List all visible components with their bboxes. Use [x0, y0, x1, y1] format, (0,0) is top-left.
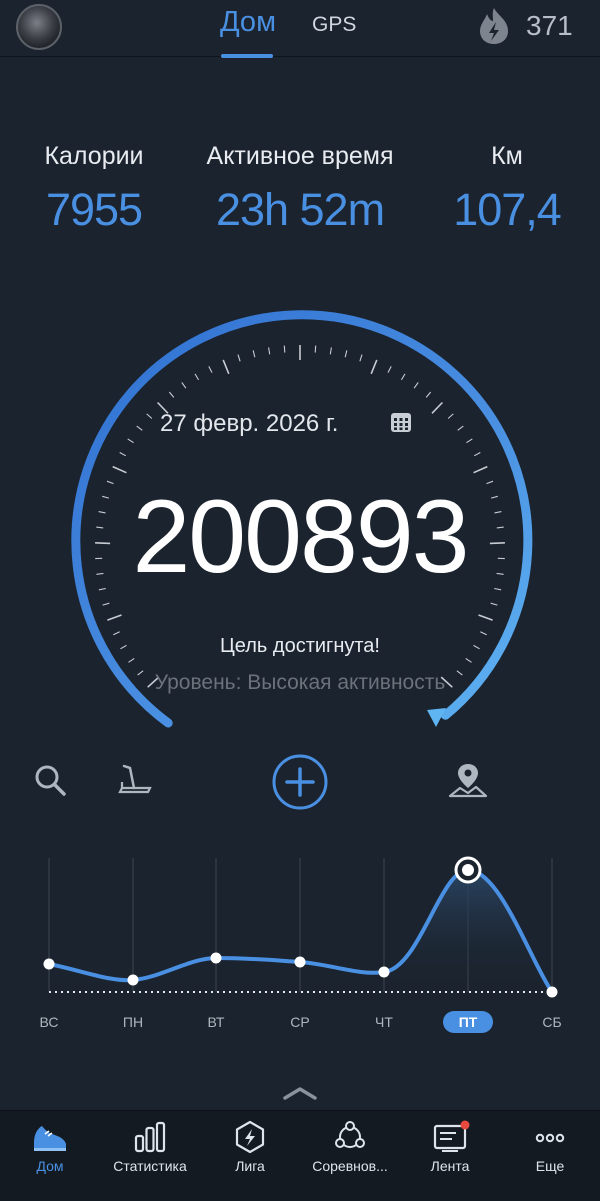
active-time-value: 23h 52m	[180, 184, 420, 236]
day-label-mon[interactable]: ПН	[103, 1014, 163, 1030]
day-label-sun[interactable]: ВС	[19, 1014, 79, 1030]
dial-tick	[113, 467, 127, 473]
dial-tick	[147, 414, 152, 419]
active-time-label: Активное время	[180, 142, 420, 171]
dial-tick	[479, 615, 493, 620]
day-label-sat[interactable]: СБ	[522, 1014, 582, 1030]
dial-tick	[491, 603, 498, 605]
dial-tick	[223, 360, 229, 374]
dial-tick	[360, 355, 362, 362]
day-label-thu[interactable]: ЧТ	[354, 1014, 414, 1030]
point-sun	[44, 959, 55, 970]
dial-tick	[182, 383, 186, 389]
dial-tick	[345, 350, 347, 357]
dial-tick	[120, 453, 126, 456]
treadmill-icon[interactable]	[112, 758, 156, 802]
km-label: Км	[432, 142, 582, 171]
dial-tick	[474, 453, 480, 456]
nav-more-label: Еще	[500, 1158, 600, 1174]
peak-area	[384, 870, 552, 992]
dial-tick	[458, 426, 464, 430]
streak-count[interactable]: 371	[526, 10, 573, 42]
dial-tick	[448, 414, 453, 419]
dial-tick	[426, 392, 431, 397]
activity-level: Уровень: Высокая активность	[0, 671, 600, 695]
league-icon	[230, 1120, 270, 1154]
goal-status: Цель достигнута!	[0, 635, 600, 658]
dial-tick	[466, 439, 472, 443]
point-tue	[211, 953, 222, 964]
dial-tick	[269, 347, 270, 354]
expand-handle-icon[interactable]	[282, 1086, 318, 1100]
day-label-fri[interactable]: ПТ	[443, 1011, 493, 1033]
nav-league-label: Лига	[200, 1158, 300, 1174]
dial-tick	[195, 374, 199, 380]
dial-tick	[169, 392, 174, 397]
dial-tick	[103, 603, 110, 605]
nav-feed[interactable]: Лента	[400, 1120, 500, 1174]
calendar-icon[interactable]	[390, 411, 412, 433]
day-label-tue[interactable]: ВТ	[186, 1014, 246, 1030]
day-label-wed[interactable]: СР	[270, 1014, 330, 1030]
dial-tick	[129, 658, 135, 662]
add-activity-button[interactable]	[270, 752, 330, 812]
dial-tick	[401, 374, 405, 380]
point-sat	[547, 987, 558, 998]
tab-gps[interactable]: GPS	[312, 13, 356, 37]
dial-tick	[388, 366, 391, 372]
dial-tick	[414, 383, 418, 389]
point-thu	[379, 967, 390, 978]
nav-more[interactable]: Еще	[500, 1120, 600, 1174]
challenges-icon	[330, 1120, 370, 1154]
dial-tick	[371, 360, 377, 374]
dial-tick	[253, 350, 255, 357]
nav-statistics-label: Статистика	[100, 1158, 200, 1174]
shoe-icon	[30, 1120, 70, 1154]
dial-tick	[330, 347, 331, 354]
bar-chart-icon	[130, 1120, 170, 1154]
dial-tick	[238, 355, 240, 362]
dial-tick	[209, 366, 212, 372]
flame-icon[interactable]	[476, 6, 512, 46]
more-icon	[530, 1120, 570, 1154]
active-tab-indicator	[221, 54, 273, 58]
search-icon[interactable]	[28, 758, 72, 802]
step-count: 200893	[0, 478, 600, 597]
nav-challenges-label: Соревнов...	[300, 1158, 400, 1174]
point-wed	[295, 957, 306, 968]
dial-tick	[466, 658, 472, 662]
dial-tick	[284, 346, 285, 353]
km-value: 107,4	[432, 184, 582, 236]
weekly-steps-chart	[0, 850, 600, 1010]
avatar[interactable]	[16, 4, 62, 50]
feed-icon	[430, 1120, 470, 1154]
tab-home[interactable]: Дом	[213, 6, 283, 39]
nav-home[interactable]: Дом	[0, 1120, 100, 1174]
dial-tick	[315, 346, 316, 353]
nav-statistics[interactable]: Статистика	[100, 1120, 200, 1174]
calories-label: Калории	[20, 142, 168, 171]
nav-league[interactable]: Лига	[200, 1120, 300, 1174]
dial-tick	[128, 439, 134, 443]
notification-dot	[461, 1121, 470, 1130]
nav-feed-label: Лента	[400, 1158, 500, 1174]
nav-challenges[interactable]: Соревнов...	[300, 1120, 400, 1174]
dial-tick	[137, 426, 143, 430]
nav-home-label: Дом	[0, 1158, 100, 1174]
calories-value: 7955	[20, 184, 168, 236]
dial-tick	[107, 615, 121, 620]
location-icon[interactable]	[446, 758, 490, 802]
dial-tick	[474, 467, 488, 473]
point-mon	[128, 975, 139, 986]
